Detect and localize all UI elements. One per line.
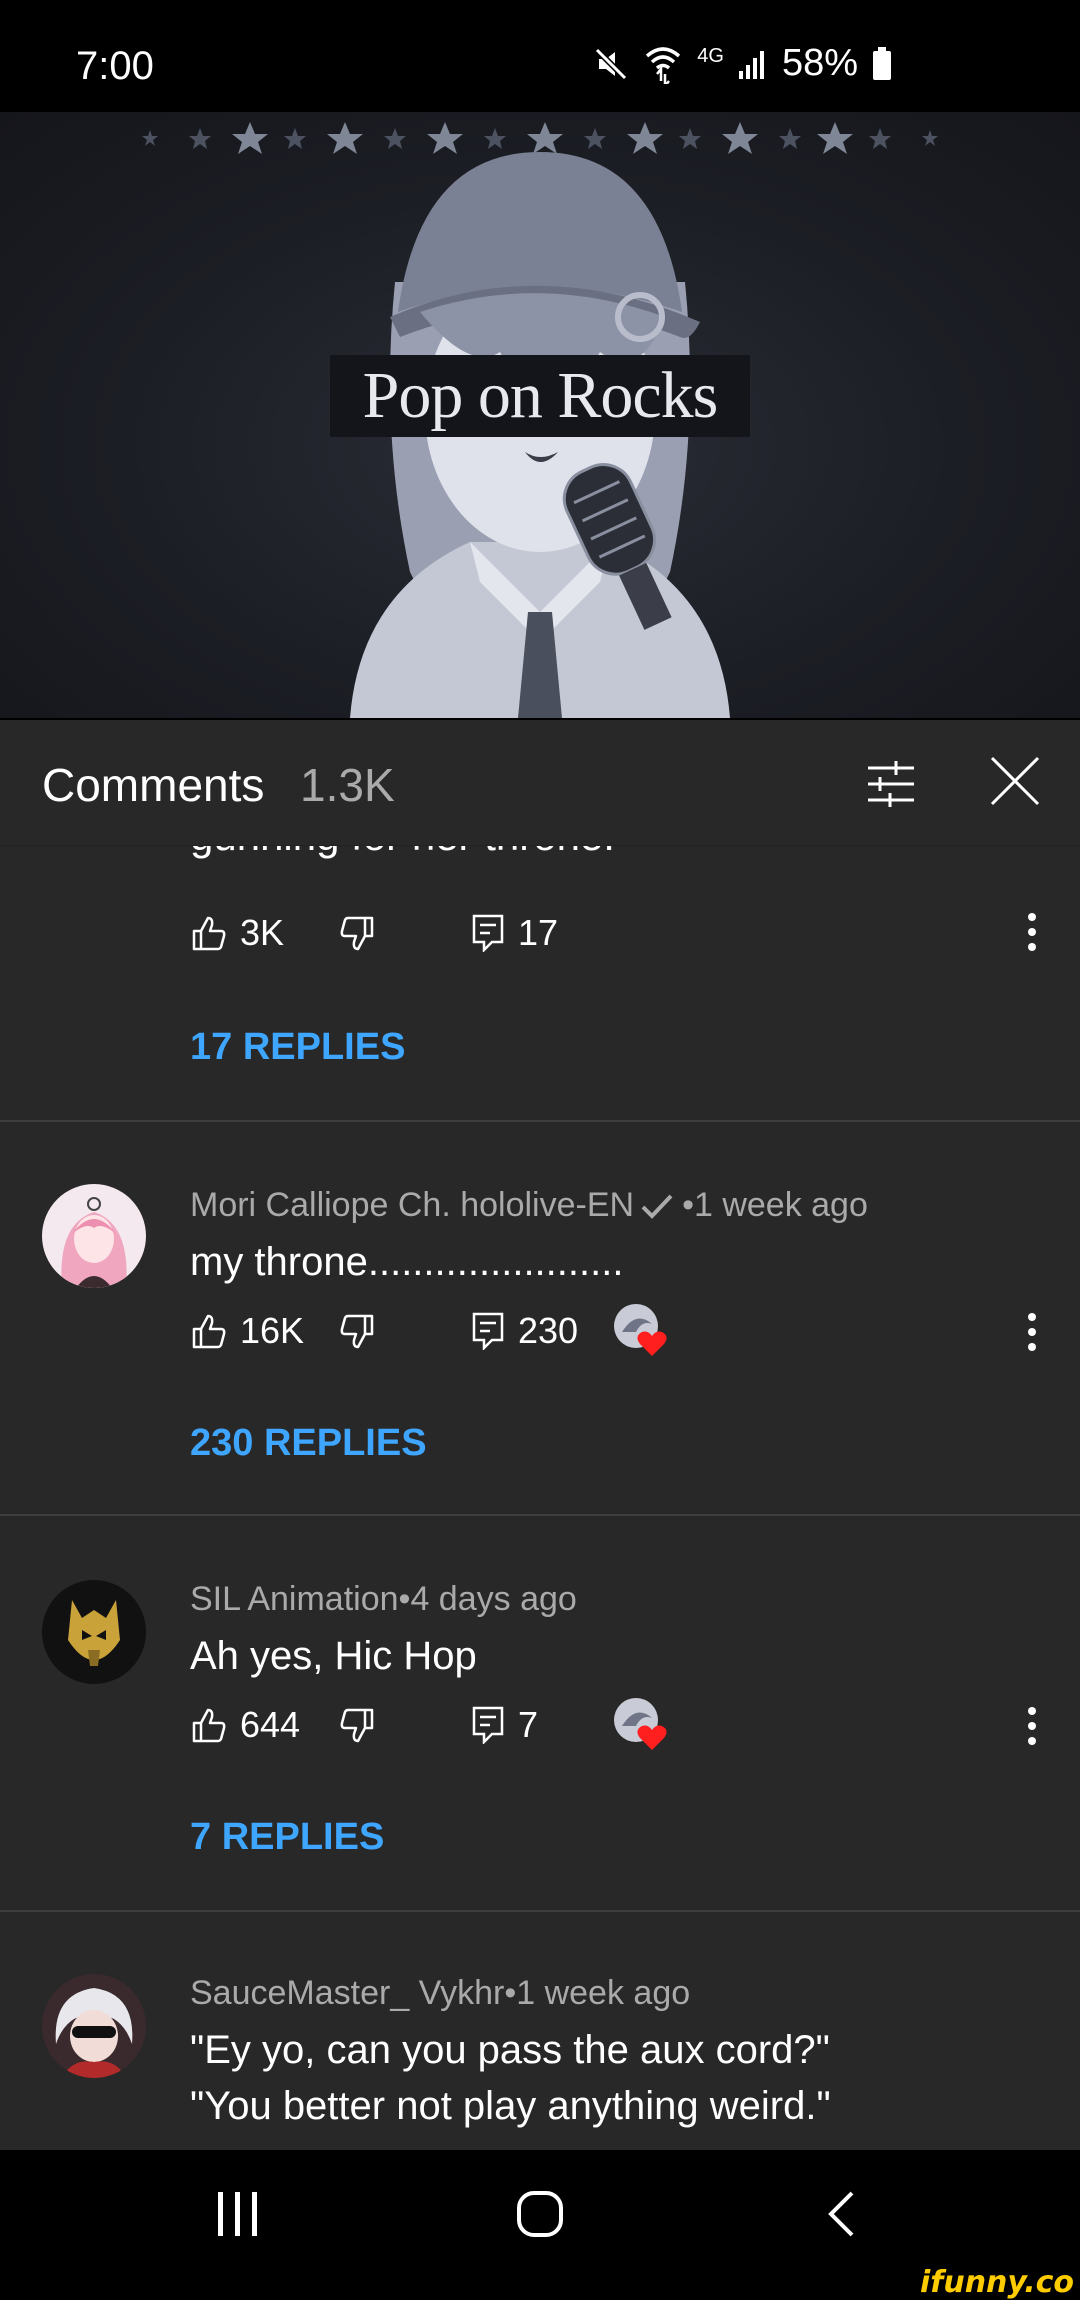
comment-divider: [0, 1910, 1080, 1912]
comment-meta: SauceMaster_ Vykhr • 1 week ago: [190, 1974, 690, 2013]
video-title-text: Pop on Rocks: [362, 359, 719, 432]
status-icons: 4G 58%: [593, 42, 892, 85]
like-button[interactable]: 3K: [192, 912, 284, 954]
reply-button[interactable]: 17: [472, 912, 558, 954]
mute-icon: [593, 46, 629, 82]
avatar[interactable]: [42, 1580, 146, 1684]
more-options-icon[interactable]: [1024, 912, 1040, 972]
status-time: 7:00: [76, 44, 154, 88]
reply-icon: [472, 1706, 504, 1744]
wifi-icon: [643, 44, 683, 84]
more-options-icon[interactable]: [1024, 1312, 1040, 1372]
avatar[interactable]: [42, 1974, 146, 2078]
thumbs-up-icon: [192, 1708, 226, 1743]
battery-percent: 58%: [781, 42, 858, 84]
comment-author[interactable]: SIL Animation: [190, 1580, 399, 1619]
view-replies-button[interactable]: 230 REPLIES: [190, 1422, 427, 1465]
more-options-icon[interactable]: [1024, 1706, 1040, 1766]
avatar[interactable]: [42, 1184, 146, 1288]
comment-age: 1 week ago: [516, 1974, 691, 2012]
thumbs-down-icon: [340, 1314, 374, 1349]
thumbs-down-icon: [340, 1708, 374, 1743]
creator-heart-icon: [612, 1696, 668, 1752]
reply-count: 17: [518, 912, 559, 953]
dislike-button[interactable]: [340, 1708, 374, 1744]
view-replies-button[interactable]: 7 REPLIES: [190, 1816, 384, 1859]
battery-icon: [872, 46, 892, 81]
comment-author[interactable]: Mori Calliope Ch. hololive-EN: [190, 1186, 634, 1225]
recent-apps-icon[interactable]: [216, 2190, 260, 2243]
status-bar: 7:00 4G 58%: [0, 0, 1080, 112]
thumbs-up-icon: [192, 1314, 226, 1349]
reply-icon: [472, 1312, 504, 1350]
comment-divider: [0, 1120, 1080, 1122]
navigation-bar: [0, 2150, 1080, 2280]
network-type: 4G: [697, 45, 724, 67]
comment-meta: Mori Calliope Ch. hololive-EN • 1 week a…: [190, 1186, 868, 1225]
like-count: 16K: [240, 1310, 305, 1351]
like-count: 3K: [240, 912, 285, 953]
reply-count: 7: [518, 1704, 539, 1745]
thumbs-up-icon: [192, 916, 226, 951]
video-player[interactable]: Pop on Rocks: [0, 112, 1080, 718]
comments-title: Comments: [42, 759, 265, 811]
comment-text: Ah yes, Hic Hop: [190, 1634, 477, 1678]
comments-count: 1.3K: [300, 759, 395, 811]
dislike-button[interactable]: [340, 1314, 374, 1350]
signal-icon: [738, 47, 768, 81]
home-icon[interactable]: [516, 2190, 564, 2243]
like-count: 644: [240, 1704, 301, 1745]
creator-heart-icon: [612, 1302, 668, 1358]
comments-panel: Comments 1.3K gunning for her throne. 3K…: [0, 720, 1080, 2150]
watermark: ifunny.co: [920, 2265, 1074, 2300]
comment-age: 1 week ago: [693, 1186, 868, 1224]
video-title-overlay: Pop on Rocks: [330, 355, 750, 437]
view-replies-button[interactable]: 17 REPLIES: [190, 1026, 405, 1069]
comment-age: 4 days ago: [410, 1580, 577, 1618]
thumbs-down-icon: [340, 916, 374, 951]
comment-divider: [0, 1514, 1080, 1516]
verified-check-icon: [641, 1194, 673, 1219]
like-button[interactable]: 644: [192, 1704, 300, 1746]
reply-count: 230: [518, 1310, 579, 1351]
reply-icon: [472, 914, 504, 952]
comment-meta: SIL Animation • 4 days ago: [190, 1580, 577, 1619]
comment-text: my throne.......................: [190, 1240, 624, 1284]
meta-separator: •: [682, 1186, 694, 1224]
comment-text: "Ey yo, can you pass the aux cord?" "You…: [190, 2028, 831, 2128]
back-icon[interactable]: [826, 2190, 856, 2243]
comment-author[interactable]: SauceMaster_ Vykhr: [190, 1974, 504, 2013]
meta-separator: •: [398, 1580, 411, 1618]
like-button[interactable]: 16K: [192, 1310, 304, 1352]
reply-button[interactable]: 230: [472, 1310, 578, 1352]
filter-icon[interactable]: [866, 760, 916, 813]
dislike-button[interactable]: [340, 916, 374, 952]
reply-button[interactable]: 7: [472, 1704, 538, 1746]
close-icon[interactable]: [990, 756, 1040, 811]
comments-header: Comments 1.3K: [0, 720, 1080, 846]
meta-separator: •: [504, 1974, 517, 2012]
